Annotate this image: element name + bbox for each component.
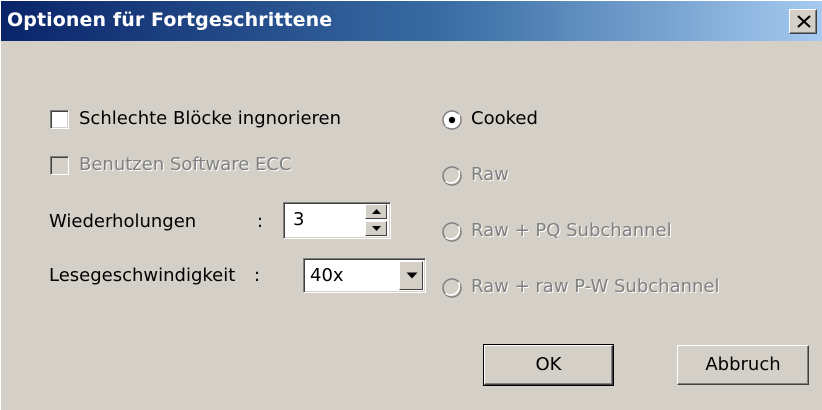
read-speed-dropdown[interactable]: 40x: [303, 258, 426, 293]
arrow-down-icon: [372, 226, 381, 231]
software-ecc-label[interactable]: Benutzen Software ECC: [79, 154, 292, 176]
retries-spinner[interactable]: 3: [283, 202, 391, 239]
read-speed-label: Lesegeschwindigkeit: [49, 265, 236, 286]
radio-cooked[interactable]: [442, 110, 462, 130]
dialog-title: Optionen für Fortgeschrittene: [7, 9, 333, 31]
close-x-icon: [797, 15, 811, 28]
cancel-button[interactable]: Abbruch: [677, 345, 809, 385]
software-ecc-checkbox[interactable]: [50, 156, 69, 175]
retries-colon: :: [257, 211, 264, 232]
read-speed-value: 40x: [310, 265, 344, 286]
ignore-bad-blocks-label[interactable]: Schlechte Blöcke ingnorieren: [79, 108, 341, 130]
dropdown-button[interactable]: [399, 261, 423, 290]
title-bar[interactable]: Optionen für Fortgeschrittene: [1, 1, 822, 41]
retries-value[interactable]: 3: [293, 209, 304, 231]
radio-label-raw-pw[interactable]: Raw + raw P-W Subchannel: [471, 276, 720, 298]
advanced-options-dialog: Optionen für Fortgeschrittene Schlechte …: [0, 0, 822, 410]
close-button[interactable]: [789, 9, 817, 34]
ignore-bad-blocks-checkbox[interactable]: [50, 110, 69, 129]
radio-raw-pw[interactable]: [442, 278, 462, 298]
retries-label: Wiederholungen: [49, 211, 197, 232]
spin-up-button[interactable]: [365, 204, 387, 219]
radio-raw[interactable]: [442, 166, 462, 186]
radio-raw-pq[interactable]: [442, 222, 462, 242]
radio-label-raw[interactable]: Raw: [471, 164, 509, 186]
radio-label-raw-pq[interactable]: Raw + PQ Subchannel: [471, 220, 672, 242]
arrow-up-icon: [372, 209, 381, 214]
radio-label-cooked[interactable]: Cooked: [471, 108, 538, 130]
read-speed-colon: :: [254, 265, 261, 286]
chevron-down-icon: [406, 272, 418, 279]
ok-button[interactable]: OK: [483, 344, 614, 386]
spin-down-button[interactable]: [365, 221, 387, 236]
